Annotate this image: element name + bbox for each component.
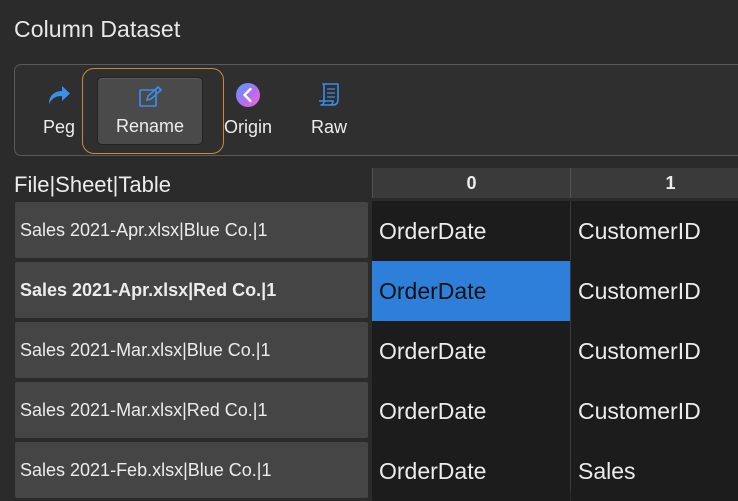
rename-button[interactable]: Rename xyxy=(97,77,203,145)
edit-pencil-icon xyxy=(137,84,163,110)
redo-arrow-icon xyxy=(43,79,75,111)
chevron-left-circle-icon xyxy=(232,79,264,111)
row-header-label: File|Sheet|Table xyxy=(14,172,171,197)
grid-header: File|Sheet|Table 0 1 xyxy=(0,168,738,198)
grid-cell[interactable]: OrderDate xyxy=(372,441,570,501)
row-label[interactable]: Sales 2021-Apr.xlsx|Blue Co.|1 xyxy=(14,201,369,259)
raw-button[interactable]: Raw xyxy=(305,77,353,149)
grid-cell[interactable]: CustomerID xyxy=(571,261,738,321)
column-divider xyxy=(570,201,571,492)
window-title: Column Dataset xyxy=(14,16,181,42)
column-header-1[interactable]: 1 xyxy=(570,168,738,198)
row-label[interactable]: Sales 2021-Mar.xlsx|Red Co.|1 xyxy=(14,381,369,439)
table-row: Sales 2021-Mar.xlsx|Red Co.|1 OrderDate … xyxy=(14,381,738,441)
table-row: Sales 2021-Mar.xlsx|Blue Co.|1 OrderDate… xyxy=(14,321,738,381)
rename-label: Rename xyxy=(115,116,185,136)
toolbar: Peg Rename Origin Raw xyxy=(14,64,738,156)
origin-button[interactable]: Origin xyxy=(215,77,281,149)
grid-cell[interactable]: CustomerID xyxy=(571,381,738,441)
grid-cell[interactable]: Sales xyxy=(571,441,738,501)
column-header-0[interactable]: 0 xyxy=(372,168,570,198)
grid-cell[interactable]: OrderDate xyxy=(372,381,570,441)
row-label[interactable]: Sales 2021-Mar.xlsx|Blue Co.|1 xyxy=(14,321,369,379)
grid-cell[interactable]: OrderDate xyxy=(372,321,570,381)
grid-cell[interactable]: CustomerID xyxy=(571,321,738,381)
row-label[interactable]: Sales 2021-Apr.xlsx|Red Co.|1 xyxy=(14,261,369,319)
grid-cell[interactable]: OrderDate xyxy=(372,201,570,261)
grid-cell-selected[interactable]: OrderDate xyxy=(372,261,570,321)
row-label[interactable]: Sales 2021-Feb.xlsx|Blue Co.|1 xyxy=(14,441,369,499)
scroll-icon xyxy=(313,79,345,111)
table-row: Sales 2021-Feb.xlsx|Blue Co.|1 OrderDate… xyxy=(14,441,738,501)
origin-label: Origin xyxy=(223,117,272,137)
raw-label: Raw xyxy=(310,117,347,137)
grid-cell[interactable]: CustomerID xyxy=(571,201,738,261)
table-row: Sales 2021-Apr.xlsx|Red Co.|1 OrderDate … xyxy=(14,261,738,321)
table-row: Sales 2021-Apr.xlsx|Blue Co.|1 OrderDate… xyxy=(14,201,738,261)
peg-button[interactable]: Peg xyxy=(33,77,85,149)
rename-focus-ring: Rename xyxy=(82,68,224,154)
peg-label: Peg xyxy=(42,117,76,137)
